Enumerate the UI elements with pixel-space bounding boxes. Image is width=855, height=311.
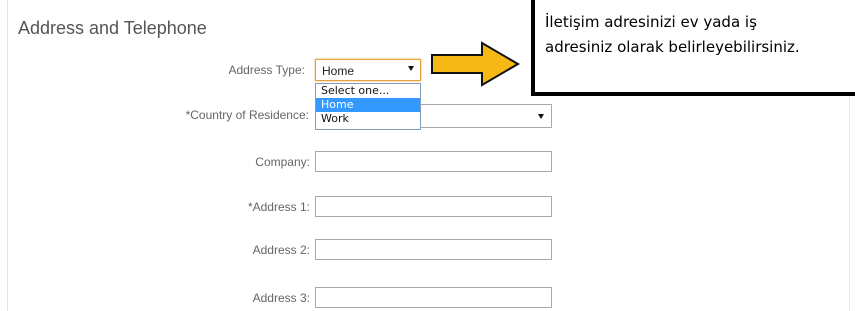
left-border — [7, 0, 8, 311]
address3-label: Address 3: — [252, 291, 310, 305]
address1-label: *Address 1: — [247, 200, 310, 214]
dropdown-option-home[interactable]: Home — [316, 98, 420, 112]
chevron-down-icon — [538, 114, 544, 119]
dropdown-option-work[interactable]: Work — [316, 112, 420, 126]
annotation-line-2: adresiniz olarak belirleyebilirsiniz. — [545, 38, 800, 56]
annotation-arrow-icon — [431, 41, 520, 87]
country-label: *Country of Residence: — [185, 108, 309, 122]
address2-input[interactable] — [315, 239, 552, 260]
page-canvas: Address and Telephone Address Type: Home… — [0, 0, 855, 311]
address-type-select[interactable]: Home — [315, 59, 421, 81]
address-type-value: Home — [322, 64, 355, 78]
company-input[interactable] — [315, 151, 552, 172]
address-type-label: Address Type: — [228, 63, 306, 77]
company-label: Company: — [255, 155, 310, 169]
address-type-dropdown: Select one... Home Work — [315, 83, 421, 130]
section-title: Address and Telephone — [18, 18, 207, 38]
chevron-down-icon — [408, 66, 414, 71]
address2-label: Address 2: — [252, 243, 310, 257]
address3-input[interactable] — [315, 287, 552, 308]
annotation-callout: İletişim adresinizi ev yada iş adresiniz… — [531, 0, 855, 96]
annotation-line-1: İletişim adresinizi ev yada iş — [545, 13, 757, 31]
address1-input[interactable] — [315, 196, 552, 217]
dropdown-option-select-one[interactable]: Select one... — [316, 84, 420, 98]
